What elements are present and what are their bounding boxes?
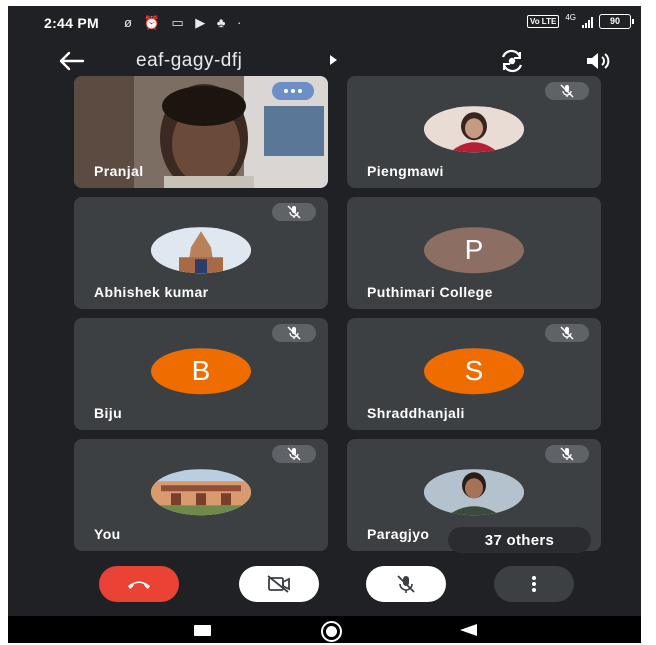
- mic-off-icon: [560, 84, 574, 98]
- participant-name: Shraddhanjali: [367, 405, 465, 421]
- participant-tile-you[interactable]: You: [74, 439, 328, 551]
- participant-avatar-letter: S: [424, 348, 524, 395]
- participant-avatar-photo: [151, 469, 251, 516]
- participant-tile-puthimari-college[interactable]: P Puthimari College: [347, 197, 601, 309]
- meeting-code[interactable]: eaf-gagy-dfj: [136, 50, 242, 72]
- camera-off-icon: [267, 575, 290, 593]
- mic-off-icon: [287, 447, 301, 461]
- end-call-button[interactable]: [99, 566, 179, 602]
- participant-tile-shraddhanjali[interactable]: S Shraddhanjali: [347, 318, 601, 430]
- status-bar: 2:44 PM ø ⏰ ▭ ▶ ♣ · Vo LTE 4G 90: [8, 6, 641, 42]
- signal-icon: [582, 16, 593, 28]
- participant-name: Pranjal: [94, 163, 144, 179]
- notification-icons: ø ⏰ ▭ ▶ ♣ ·: [124, 15, 246, 30]
- more-options-button[interactable]: [494, 566, 574, 602]
- participant-tile-abhishek-kumar[interactable]: Abhishek kumar: [74, 197, 328, 309]
- mic-off-badge: [272, 445, 316, 463]
- mic-off-badge: [272, 324, 316, 342]
- mic-off-badge: [545, 82, 589, 100]
- participant-avatar-letter: P: [424, 227, 524, 274]
- system-nav-bar: [8, 616, 641, 643]
- participant-avatar-photo: [424, 469, 524, 516]
- mic-toggle-button[interactable]: [366, 566, 446, 602]
- participant-avatar-photo: [424, 106, 524, 153]
- status-time: 2:44 PM: [44, 15, 100, 31]
- participant-name: Puthimari College: [367, 284, 493, 300]
- avatar-letter: S: [464, 355, 484, 387]
- camera-toggle-button[interactable]: [239, 566, 319, 602]
- avatar-letter: P: [464, 234, 484, 266]
- mic-off-icon: [397, 575, 415, 593]
- call-controls: [8, 564, 641, 608]
- participant-avatar-letter: B: [151, 348, 251, 395]
- mic-off-icon: [287, 326, 301, 340]
- switch-camera-button[interactable]: [499, 49, 525, 73]
- network-type: 4G: [565, 12, 576, 22]
- meeting-details-arrow-icon[interactable]: [330, 55, 337, 65]
- others-count-chip[interactable]: 37 others: [448, 527, 591, 553]
- recent-apps-icon[interactable]: [194, 625, 211, 636]
- participant-name: Abhishek kumar: [94, 284, 209, 300]
- battery-icon: 90: [599, 14, 634, 29]
- participant-tile-pranjal[interactable]: Pranjal: [74, 76, 328, 188]
- avatar-letter: B: [191, 355, 211, 387]
- switch-camera-icon: [501, 49, 523, 73]
- home-icon[interactable]: [321, 621, 342, 642]
- participant-name: Piengmawi: [367, 163, 444, 179]
- meet-call-screen: 2:44 PM ø ⏰ ▭ ▶ ♣ · Vo LTE 4G 90 eaf-gag…: [8, 6, 641, 643]
- volte-badge: Vo LTE: [526, 15, 560, 28]
- participant-name: Biju: [94, 405, 123, 421]
- status-right: Vo LTE 4G 90: [526, 12, 634, 29]
- speaking-indicator-icon: [272, 82, 314, 100]
- phone-hangup-icon: [128, 581, 150, 589]
- arrow-left-icon: [59, 51, 85, 71]
- participant-name: Paragjyo: [367, 526, 430, 542]
- speaker-button[interactable]: [584, 49, 612, 73]
- mic-off-icon: [287, 205, 301, 219]
- mic-off-badge: [545, 324, 589, 342]
- back-triangle-icon[interactable]: [460, 624, 477, 636]
- mic-off-badge: [272, 203, 316, 221]
- back-button[interactable]: [56, 48, 86, 74]
- participant-tile-piengmawi[interactable]: Piengmawi: [347, 76, 601, 188]
- mic-off-icon: [560, 326, 574, 340]
- mic-off-icon: [560, 447, 574, 461]
- speaker-icon: [587, 53, 610, 69]
- more-vert-icon: [532, 576, 536, 592]
- mic-off-badge: [545, 445, 589, 463]
- participant-avatar-photo: [151, 227, 251, 274]
- participant-name: You: [94, 526, 121, 542]
- call-header: eaf-gagy-dfj: [8, 44, 641, 80]
- participant-tile-biju[interactable]: B Biju: [74, 318, 328, 430]
